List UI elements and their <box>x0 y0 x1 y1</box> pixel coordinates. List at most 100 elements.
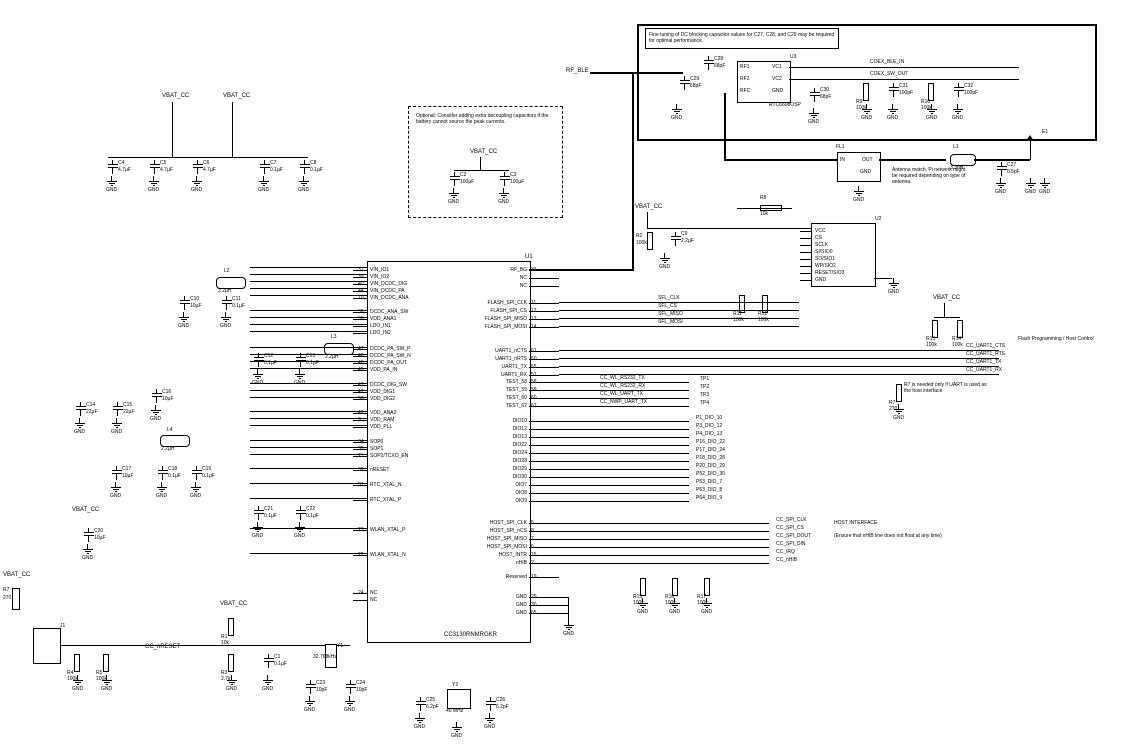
cap-val: 0.1µF <box>310 168 323 173</box>
r1 <box>228 618 234 636</box>
r8-val: 10k <box>760 212 768 217</box>
cap-ref: C2 <box>460 173 466 178</box>
c23 <box>306 680 316 694</box>
gnd-icon <box>862 104 872 112</box>
u3-ref: U3 <box>790 55 796 60</box>
c18 <box>158 466 168 480</box>
c28 <box>704 56 714 70</box>
cap-ref: C6 <box>203 161 209 166</box>
cap-ref: C4 <box>118 161 124 166</box>
gnd-label: GND <box>262 687 273 692</box>
u1-part: CC3130RNMRGKR <box>444 632 497 638</box>
gnd-label: GND <box>72 687 83 692</box>
cap-ref: C21 <box>264 507 273 512</box>
gnd-icon <box>149 176 159 184</box>
gnd-label: GND <box>414 725 425 730</box>
fl1-ref: FL1 <box>836 145 845 150</box>
cap-ref: C3 <box>510 173 516 178</box>
gnd-label: GND <box>148 188 159 193</box>
c13 <box>296 353 306 367</box>
cap-ref: C10 <box>190 297 199 302</box>
gnd-label: GND <box>1039 190 1050 195</box>
schematic-page: VBAT_CC VBAT_CC C44.7µFGNDC54.7µFGNDC64.… <box>0 0 1125 752</box>
cap-val: 0.1µF <box>202 474 215 479</box>
gnd-label: GND <box>451 734 462 739</box>
c32 <box>954 83 964 97</box>
net-vbat: VBAT_CC <box>162 93 189 99</box>
gnd-label: GND <box>888 290 899 295</box>
j1 <box>33 628 61 664</box>
cap-ref: C22 <box>306 507 315 512</box>
cap-ref: C18 <box>168 467 177 472</box>
gnd-label: GND <box>190 494 201 499</box>
r13-val: 100k <box>926 343 937 348</box>
gnd-icon <box>151 405 161 413</box>
gnd-label: GND <box>701 610 712 615</box>
cap-val: 22µF <box>123 410 135 415</box>
u3-rf1: RF1 <box>740 64 749 70</box>
gnd-label: GND <box>448 200 459 205</box>
r2-ref: R2 <box>636 234 642 239</box>
gnd-icon <box>854 186 864 194</box>
gnd-icon <box>996 178 1006 186</box>
r7 <box>12 588 20 610</box>
j1-ref: J1 <box>60 624 65 629</box>
c9-val: 2.2µF <box>681 239 694 244</box>
c20 <box>84 528 94 542</box>
gnd-icon <box>702 598 712 606</box>
c3 <box>500 172 510 186</box>
c31 <box>889 83 899 97</box>
gnd-icon <box>953 104 963 112</box>
cap-val: 0.1µF <box>274 662 287 667</box>
net-vbat: VBAT_CC <box>470 149 497 155</box>
gnd-label: GND <box>893 416 904 421</box>
cap-val: 22µF <box>86 410 98 415</box>
r9 <box>863 83 869 101</box>
y2-ref: Y2 <box>452 683 458 688</box>
gnd-icon <box>1040 178 1050 186</box>
c25 <box>416 697 426 711</box>
gnd-label: GND <box>808 120 819 125</box>
u3-rf2: RF2 <box>740 76 749 82</box>
cap-val: 100pF <box>899 91 913 96</box>
cap-val: 68pF <box>690 84 701 89</box>
gnd-label: GND <box>952 116 963 121</box>
gnd-label: GND <box>563 632 574 637</box>
c1 <box>264 654 274 668</box>
cap-val: 0.1µF <box>270 168 283 173</box>
c17 <box>112 466 122 480</box>
note-tuning: Fine tuning of DC blocking capacitor val… <box>645 28 839 49</box>
e1-ref: E1 <box>1042 130 1048 135</box>
gnd-label: GND <box>101 687 112 692</box>
r2 <box>647 232 653 250</box>
gnd-icon <box>660 253 670 261</box>
fl1-in: IN <box>840 157 845 163</box>
cap-val: 100µF <box>510 180 524 185</box>
cap-val: 4.7µF <box>203 168 216 173</box>
gnd-label: GND <box>111 430 122 435</box>
gnd-icon <box>112 418 122 426</box>
gnd-label: GND <box>637 610 648 615</box>
cap-val: 10pF <box>316 688 327 693</box>
c5 <box>150 160 160 174</box>
y2-val: 40 MHz <box>446 709 463 714</box>
gnd-icon <box>295 369 305 377</box>
c16 <box>152 389 162 403</box>
cap-val: 4.7µF <box>160 168 173 173</box>
net-vbat: VBAT_CC <box>933 295 960 301</box>
u3-vc2: VC2 <box>772 76 782 82</box>
cap-val: 0.1µF <box>264 514 277 519</box>
gnd-icon <box>83 544 93 552</box>
gnd-icon <box>305 696 315 704</box>
cap-ref: C23 <box>316 681 325 686</box>
gnd-label: GND <box>926 116 937 121</box>
cap-ref: C17 <box>122 467 131 472</box>
host-title: HOST INTERFACE <box>834 521 877 526</box>
r2-val: 100k <box>636 241 647 246</box>
cap-val: 10µF <box>190 304 202 309</box>
cap-ref: C32 <box>964 84 973 89</box>
cap-val: 10µF <box>162 397 174 402</box>
gnd-icon <box>345 696 355 704</box>
gnd-icon <box>809 108 819 116</box>
r14-val: 100k <box>952 343 963 348</box>
